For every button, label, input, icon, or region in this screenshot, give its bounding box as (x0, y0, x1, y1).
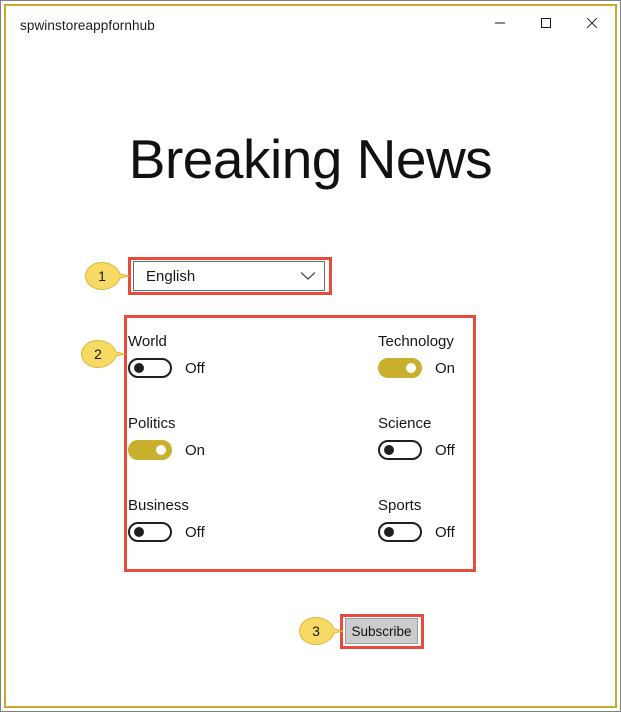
topic-label: Technology (378, 333, 454, 350)
topic-toggle-row: Off (128, 358, 378, 378)
toggle-state-label: Off (435, 441, 455, 459)
topic-cell-technology: Technology On (378, 320, 472, 402)
toggle-knob (156, 445, 166, 455)
window-title: spwinstoreappfornhub (20, 18, 155, 33)
toggle-knob (384, 527, 394, 537)
toggle-state-label: Off (185, 523, 205, 541)
toggle-switch-world[interactable] (128, 358, 172, 378)
topic-toggle-row: Off (378, 440, 472, 460)
toggle-knob (384, 445, 394, 455)
toggle-knob (134, 527, 144, 537)
annotation-callout-number: 1 (98, 268, 106, 284)
topic-label: Business (128, 497, 189, 514)
title-bar: spwinstoreappfornhub (6, 6, 615, 48)
annotation-callout-3: 3 (298, 616, 344, 646)
close-button[interactable] (569, 6, 615, 40)
topic-cell-sports: Sports Off (378, 484, 472, 566)
callout-balloon-icon (84, 261, 130, 291)
topic-label: World (128, 333, 167, 350)
topic-cell-business: Business Off (128, 484, 378, 566)
topic-toggle-row: On (128, 440, 378, 460)
topic-cell-world: World Off (128, 320, 378, 402)
maximize-button[interactable] (523, 6, 569, 40)
toggle-switch-sports[interactable] (378, 522, 422, 542)
app-window: spwinstoreappfornhub Breaking News Engli… (4, 4, 617, 708)
callout-balloon-icon (80, 339, 126, 369)
subscribe-button[interactable]: Subscribe (345, 618, 418, 644)
topic-label: Politics (128, 415, 176, 432)
toggle-state-label: Off (185, 359, 205, 377)
topic-toggle-row: Off (128, 522, 378, 542)
toggle-knob (134, 363, 144, 373)
minimize-button[interactable] (477, 6, 523, 40)
annotation-callout-number: 3 (312, 623, 320, 639)
toggle-state-label: On (435, 359, 456, 377)
annotation-callout-number: 2 (94, 346, 102, 362)
toggle-switch-technology[interactable] (378, 358, 422, 378)
annotation-callout-2: 2 (80, 339, 126, 369)
chevron-down-icon (300, 272, 316, 280)
minimize-icon (495, 22, 505, 24)
topic-cell-science: Science Off (378, 402, 472, 484)
toggle-state-label: Off (435, 523, 455, 541)
topic-label: Sports (378, 497, 422, 514)
topic-label: Science (378, 415, 432, 432)
topic-toggle-row: On (378, 358, 472, 378)
window-controls (477, 6, 615, 40)
topic-toggle-grid: World Off Technology On Politics On Scie… (128, 320, 472, 566)
toggle-switch-science[interactable] (378, 440, 422, 460)
language-select-value: English (146, 267, 196, 285)
maximize-icon (541, 18, 551, 28)
page-title: Breaking News (128, 128, 493, 190)
language-select[interactable]: English (133, 261, 325, 291)
topic-cell-politics: Politics On (128, 402, 378, 484)
toggle-switch-business[interactable] (128, 522, 172, 542)
close-icon (586, 17, 598, 29)
page-content: Breaking News English World Off Technolo… (6, 48, 615, 706)
callout-balloon-icon (298, 616, 344, 646)
toggle-switch-politics[interactable] (128, 440, 172, 460)
topic-toggle-row: Off (378, 522, 472, 542)
annotation-callout-1: 1 (84, 261, 130, 291)
toggle-state-label: On (185, 441, 206, 459)
toggle-knob (406, 363, 416, 373)
